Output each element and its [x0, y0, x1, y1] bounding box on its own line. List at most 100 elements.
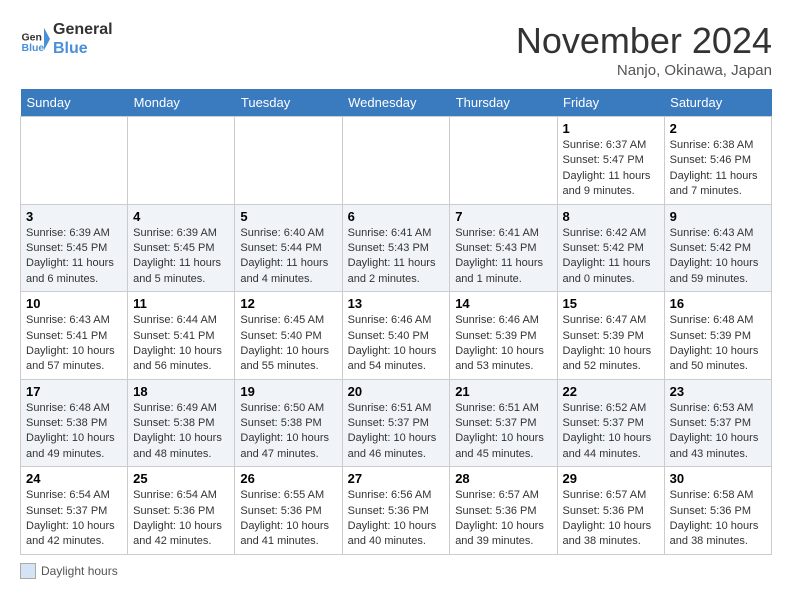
day-info: Sunrise: 6:53 AM Sunset: 5:37 PM Dayligh…	[670, 401, 766, 463]
calendar-day	[128, 117, 235, 205]
title-block: November 2024 Nanjo, Okinawa, Japan	[516, 20, 772, 79]
calendar-week-4: 17Sunrise: 6:48 AM Sunset: 5:38 PM Dayli…	[21, 379, 772, 467]
day-number: 3	[26, 209, 122, 224]
day-number: 21	[455, 384, 551, 399]
calendar-day: 25 Sunrise: 6:54 AM Sunset: 5:36 PM Dayli…	[128, 467, 235, 555]
header-cell-sunday: Sunday	[21, 89, 128, 117]
calendar-day: 5 Sunrise: 6:40 AM Sunset: 5:44 PM Daylig…	[235, 204, 342, 292]
legend-box	[20, 563, 36, 579]
day-number: 23	[670, 384, 766, 399]
day-info: Sunrise: 6:39 AM Sunset: 5:45 PM Dayligh…	[26, 226, 122, 288]
day-number: 1	[563, 121, 659, 136]
calendar-day: 15Sunrise: 6:47 AM Sunset: 5:39 PM Dayli…	[557, 292, 664, 380]
day-info: Sunrise: 6:54 AM Sunset: 5:36 PM Dayligh…	[133, 488, 229, 550]
calendar-day: 16 Sunrise: 6:48 AM Sunset: 5:39 PM Dayli…	[664, 292, 771, 380]
header-cell-monday: Monday	[128, 89, 235, 117]
day-info: Sunrise: 6:50 AM Sunset: 5:38 PM Dayligh…	[240, 401, 336, 463]
calendar-day: 29 Sunrise: 6:57 AM Sunset: 5:36 PM Dayli…	[557, 467, 664, 555]
calendar-day: 23 Sunrise: 6:53 AM Sunset: 5:37 PM Dayli…	[664, 379, 771, 467]
day-info: Sunrise: 6:42 AM Sunset: 5:42 PM Dayligh…	[563, 226, 659, 288]
day-number: 16	[670, 296, 766, 311]
day-info: Sunrise: 6:43 AM Sunset: 5:42 PM Dayligh…	[670, 226, 766, 288]
day-info: Sunrise: 6:37 AM Sunset: 5:47 PM Dayligh…	[563, 138, 659, 200]
calendar-day: 26 Sunrise: 6:55 AM Sunset: 5:36 PM Dayli…	[235, 467, 342, 555]
calendar-body: 1 Sunrise: 6:37 AM Sunset: 5:47 PM Daylig…	[21, 117, 772, 555]
day-info: Sunrise: 6:56 AM Sunset: 5:36 PM Dayligh…	[348, 488, 445, 550]
day-info: Sunrise: 6:49 AM Sunset: 5:38 PM Dayligh…	[133, 401, 229, 463]
day-info: Sunrise: 6:48 AM Sunset: 5:39 PM Dayligh…	[670, 313, 766, 375]
day-number: 5	[240, 209, 336, 224]
logo: Gen Blue General Blue	[20, 20, 113, 58]
day-number: 10	[26, 296, 122, 311]
calendar-header: SundayMondayTuesdayWednesdayThursdayFrid…	[21, 89, 772, 117]
day-info: Sunrise: 6:41 AM Sunset: 5:43 PM Dayligh…	[348, 226, 445, 288]
day-number: 30	[670, 471, 766, 486]
calendar-day: 6Sunrise: 6:41 AM Sunset: 5:43 PM Daylig…	[342, 204, 450, 292]
day-number: 27	[348, 471, 445, 486]
calendar-day: 17Sunrise: 6:48 AM Sunset: 5:38 PM Dayli…	[21, 379, 128, 467]
calendar-day: 30 Sunrise: 6:58 AM Sunset: 5:36 PM Dayli…	[664, 467, 771, 555]
day-number: 18	[133, 384, 229, 399]
day-info: Sunrise: 6:51 AM Sunset: 5:37 PM Dayligh…	[348, 401, 445, 463]
calendar-day	[342, 117, 450, 205]
calendar-day	[21, 117, 128, 205]
legend-label: Daylight hours	[41, 564, 118, 578]
calendar-day: 9Sunrise: 6:43 AM Sunset: 5:42 PM Daylig…	[664, 204, 771, 292]
day-info: Sunrise: 6:46 AM Sunset: 5:40 PM Dayligh…	[348, 313, 445, 375]
calendar-day: 8 Sunrise: 6:42 AM Sunset: 5:42 PM Daylig…	[557, 204, 664, 292]
day-info: Sunrise: 6:43 AM Sunset: 5:41 PM Dayligh…	[26, 313, 122, 375]
day-info: Sunrise: 6:41 AM Sunset: 5:43 PM Dayligh…	[455, 226, 551, 288]
day-info: Sunrise: 6:57 AM Sunset: 5:36 PM Dayligh…	[563, 488, 659, 550]
day-number: 4	[133, 209, 229, 224]
calendar-day: 7Sunrise: 6:41 AM Sunset: 5:43 PM Daylig…	[450, 204, 557, 292]
calendar-day: 3 Sunrise: 6:39 AM Sunset: 5:45 PM Daylig…	[21, 204, 128, 292]
day-info: Sunrise: 6:40 AM Sunset: 5:44 PM Dayligh…	[240, 226, 336, 288]
calendar-day: 13 Sunrise: 6:46 AM Sunset: 5:40 PM Dayli…	[342, 292, 450, 380]
header-cell-tuesday: Tuesday	[235, 89, 342, 117]
calendar-day: 27 Sunrise: 6:56 AM Sunset: 5:36 PM Dayli…	[342, 467, 450, 555]
header-cell-friday: Friday	[557, 89, 664, 117]
day-number: 28	[455, 471, 551, 486]
calendar-day: 20 Sunrise: 6:51 AM Sunset: 5:37 PM Dayli…	[342, 379, 450, 467]
day-info: Sunrise: 6:55 AM Sunset: 5:36 PM Dayligh…	[240, 488, 336, 550]
page-header: Gen Blue General Blue November 2024 Nanj…	[20, 20, 772, 79]
day-number: 13	[348, 296, 445, 311]
header-cell-wednesday: Wednesday	[342, 89, 450, 117]
header-cell-thursday: Thursday	[450, 89, 557, 117]
day-info: Sunrise: 6:39 AM Sunset: 5:45 PM Dayligh…	[133, 226, 229, 288]
header-row: SundayMondayTuesdayWednesdayThursdayFrid…	[21, 89, 772, 117]
calendar-day: 10 Sunrise: 6:43 AM Sunset: 5:41 PM Dayli…	[21, 292, 128, 380]
day-number: 29	[563, 471, 659, 486]
day-info: Sunrise: 6:48 AM Sunset: 5:38 PM Dayligh…	[26, 401, 122, 463]
day-info: Sunrise: 6:46 AM Sunset: 5:39 PM Dayligh…	[455, 313, 551, 375]
calendar-table: SundayMondayTuesdayWednesdayThursdayFrid…	[20, 89, 772, 555]
location: Nanjo, Okinawa, Japan	[516, 62, 772, 79]
day-number: 24	[26, 471, 122, 486]
calendar-week-3: 10 Sunrise: 6:43 AM Sunset: 5:41 PM Dayli…	[21, 292, 772, 380]
day-number: 22	[563, 384, 659, 399]
calendar-week-1: 1 Sunrise: 6:37 AM Sunset: 5:47 PM Daylig…	[21, 117, 772, 205]
day-number: 12	[240, 296, 336, 311]
calendar-day	[235, 117, 342, 205]
day-info: Sunrise: 6:54 AM Sunset: 5:37 PM Dayligh…	[26, 488, 122, 550]
header-cell-saturday: Saturday	[664, 89, 771, 117]
day-info: Sunrise: 6:57 AM Sunset: 5:36 PM Dayligh…	[455, 488, 551, 550]
day-number: 14	[455, 296, 551, 311]
calendar-day: 12Sunrise: 6:45 AM Sunset: 5:40 PM Dayli…	[235, 292, 342, 380]
day-number: 11	[133, 296, 229, 311]
day-number: 20	[348, 384, 445, 399]
day-info: Sunrise: 6:52 AM Sunset: 5:37 PM Dayligh…	[563, 401, 659, 463]
calendar-day: 2Sunrise: 6:38 AM Sunset: 5:46 PM Daylig…	[664, 117, 771, 205]
day-number: 8	[563, 209, 659, 224]
day-info: Sunrise: 6:44 AM Sunset: 5:41 PM Dayligh…	[133, 313, 229, 375]
month-title: November 2024	[516, 20, 772, 62]
calendar-day: 28 Sunrise: 6:57 AM Sunset: 5:36 PM Dayli…	[450, 467, 557, 555]
day-number: 25	[133, 471, 229, 486]
logo-icon: Gen Blue	[20, 24, 50, 54]
day-info: Sunrise: 6:47 AM Sunset: 5:39 PM Dayligh…	[563, 313, 659, 375]
day-info: Sunrise: 6:58 AM Sunset: 5:36 PM Dayligh…	[670, 488, 766, 550]
calendar-day	[450, 117, 557, 205]
logo-line1: General	[53, 20, 113, 39]
day-number: 26	[240, 471, 336, 486]
calendar-day: 22 Sunrise: 6:52 AM Sunset: 5:37 PM Dayli…	[557, 379, 664, 467]
